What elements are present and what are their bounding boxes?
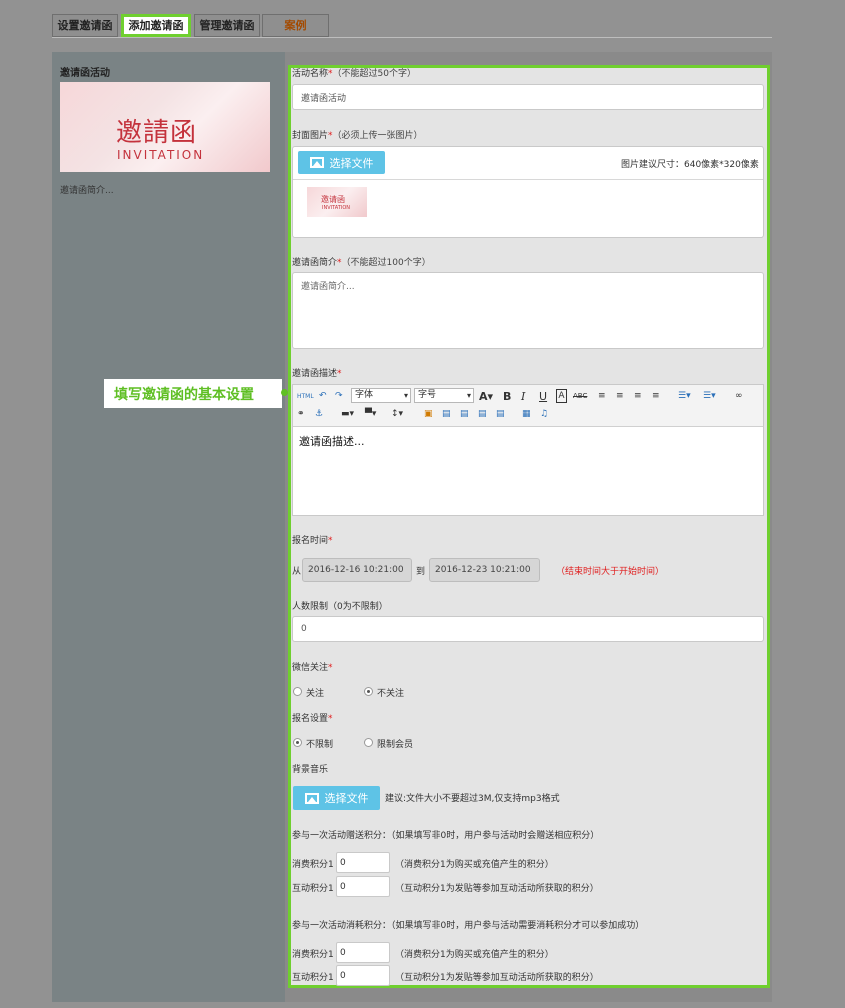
preview-cover-image: 邀請函 INVITATION <box>60 82 270 172</box>
no-limit-radio-label: 不限制 <box>306 740 334 750</box>
cover-thumbnail-text: 邀请函 <box>321 195 345 204</box>
gift-interact-label: 互动积分1 <box>292 884 334 894</box>
anchor-icon[interactable]: ⚓ <box>315 407 323 421</box>
cost-interact-label: 互动积分1 <box>292 973 334 983</box>
people-limit-label: 人数限制（0为不限制） <box>292 602 388 612</box>
unlink-icon[interactable]: ⚭ <box>297 407 305 421</box>
cost-interact-input[interactable]: 0 <box>336 965 390 986</box>
font-color-icon[interactable]: A▾ <box>479 389 493 403</box>
underline-icon[interactable]: U <box>539 389 547 403</box>
to-label: 到 <box>416 567 426 577</box>
activity-name-label: 活动名称*（不能超过50个字） <box>292 69 416 79</box>
editor-content[interactable]: 邀请函描述... <box>299 433 365 449</box>
font-family-select[interactable]: 字体 <box>351 388 411 403</box>
music-choose-file-button[interactable]: 选择文件 <box>293 786 380 810</box>
cost-points-title: 参与一次活动消耗积分：（如果填写非0时，用户参与活动需要消耗积分才可以参加成功） <box>292 921 645 931</box>
paragraph-icon[interactable]: ▀▾ <box>365 407 376 421</box>
no-follow-radio-label: 不关注 <box>377 689 405 699</box>
editor-toolbar: HTML ↶ ↷ 字体 字号 A▾ B I U A ABC ≡ ≡ ≡ ≡ ☰▾… <box>293 385 763 427</box>
tab-divider <box>52 37 772 38</box>
image-center-icon[interactable]: ▤ <box>478 407 487 421</box>
preview-description: 邀请函简介... <box>60 186 114 196</box>
music-hint: 建议:文件大小不要超过3M,仅支持mp3格式 <box>385 794 560 804</box>
image-left-icon[interactable]: ▤ <box>442 407 451 421</box>
signup-setting-label: 报名设置* <box>292 714 333 724</box>
cover-choose-file-button[interactable]: 选择文件 <box>298 151 385 174</box>
align-right-icon[interactable]: ≡ <box>634 389 642 403</box>
follow-radio[interactable] <box>293 687 302 696</box>
image-right-icon[interactable]: ▤ <box>460 407 469 421</box>
tab-settings[interactable]: 设置邀请函 <box>52 14 118 37</box>
undo-icon[interactable]: ↶ <box>319 389 327 403</box>
image-block-icon[interactable]: ▤ <box>496 407 505 421</box>
from-label: 从 <box>292 567 302 577</box>
cover-divider <box>293 179 763 180</box>
desc-label: 邀请函描述* <box>292 369 342 379</box>
ordered-list-icon[interactable]: ☰▾ <box>678 389 691 403</box>
bold-icon[interactable]: B <box>503 389 511 403</box>
cover-size-hint: 图片建议尺寸：640像素*320像素 <box>621 160 759 170</box>
follow-radio-label: 关注 <box>306 689 325 699</box>
gift-interact-input[interactable]: 0 <box>336 876 390 897</box>
preview-title: 邀请函活动 <box>60 68 110 79</box>
html-source-icon[interactable]: HTML <box>297 389 314 403</box>
intro-placeholder: 邀请函简介... <box>301 282 355 292</box>
align-left-icon[interactable]: ≡ <box>598 389 606 403</box>
activity-name-input[interactable]: 邀请函活动 <box>292 84 764 110</box>
wechat-follow-label: 微信关注* <box>292 663 333 673</box>
gift-consume-note: （消费积分1为购买或充值产生的积分） <box>395 860 554 870</box>
cover-label: 封面图片*（必须上传一张图片） <box>292 131 423 141</box>
people-limit-input[interactable]: 0 <box>292 616 764 642</box>
link-icon[interactable]: ∞ <box>735 389 743 403</box>
line-height-icon[interactable]: ↕▾ <box>391 407 403 421</box>
tab-case[interactable]: 案例 <box>262 14 329 37</box>
align-justify-icon[interactable]: ≡ <box>652 389 660 403</box>
tab-manage[interactable]: 管理邀请函 <box>194 14 260 37</box>
align-center-icon[interactable]: ≡ <box>616 389 624 403</box>
signup-time-label: 报名时间* <box>292 536 333 546</box>
image-icon <box>309 157 324 168</box>
member-limit-radio-label: 限制会员 <box>377 740 414 750</box>
intro-textarea[interactable]: 邀请函简介... <box>292 272 764 349</box>
time-warning: （结束时间大于开始时间） <box>556 567 665 577</box>
italic-icon[interactable]: I <box>521 389 525 403</box>
no-limit-radio[interactable] <box>293 738 302 747</box>
no-follow-radio[interactable] <box>364 687 373 696</box>
music-icon[interactable]: ♫ <box>540 407 548 421</box>
music-label: 背景音乐 <box>292 765 329 775</box>
image-icon <box>304 792 319 804</box>
background-color-icon[interactable]: ▬▾ <box>341 407 354 421</box>
cost-interact-note: （互动积分1为发贴等参加互动活动所获取的积分） <box>395 973 599 983</box>
cover-thumbnail: 邀请函 INVITATION <box>307 187 367 217</box>
gift-interact-note: （互动积分1为发贴等参加互动活动所获取的积分） <box>395 884 599 894</box>
cost-consume-note: （消费积分1为购买或充值产生的积分） <box>395 950 554 960</box>
tab-add-invitation[interactable]: 添加邀请函 <box>121 14 191 37</box>
font-size-select[interactable]: 字号 <box>414 388 474 403</box>
gift-consume-label: 消费积分1 <box>292 860 334 870</box>
gift-points-title: 参与一次活动赠送积分：（如果填写非0时，用户参与活动时会赠送相应积分） <box>292 831 600 841</box>
gift-consume-input[interactable]: 0 <box>336 852 390 873</box>
rich-text-editor[interactable]: HTML ↶ ↷ 字体 字号 A▾ B I U A ABC ≡ ≡ ≡ ≡ ☰▾… <box>292 384 764 516</box>
video-icon[interactable]: ▦ <box>522 407 531 421</box>
cost-consume-label: 消费积分1 <box>292 950 334 960</box>
unordered-list-icon[interactable]: ☰▾ <box>703 389 716 403</box>
intro-label: 邀请函简介*（不能超过100个字） <box>292 258 431 268</box>
preview-cover-text: 邀請函 <box>116 118 198 148</box>
tip-callout: 填写邀请函的基本设置 <box>104 379 288 408</box>
redo-icon[interactable]: ↷ <box>335 389 343 403</box>
strikethrough-icon[interactable]: ABC <box>573 389 587 403</box>
cover-choose-file-label: 选择文件 <box>329 156 374 170</box>
music-choose-file-label: 选择文件 <box>324 792 369 805</box>
preview-cover-subtext: INVITATION <box>117 148 205 162</box>
start-time-input[interactable]: 2016-12-16 10:21:00 <box>302 558 412 582</box>
insert-image-icon[interactable]: ▣ <box>424 407 433 421</box>
end-time-input[interactable]: 2016-12-23 10:21:00 <box>429 558 540 582</box>
cover-thumbnail-subtext: INVITATION <box>322 205 351 211</box>
font-border-icon[interactable]: A <box>556 389 567 403</box>
member-limit-radio[interactable] <box>364 738 373 747</box>
cost-consume-input[interactable]: 0 <box>336 942 390 963</box>
